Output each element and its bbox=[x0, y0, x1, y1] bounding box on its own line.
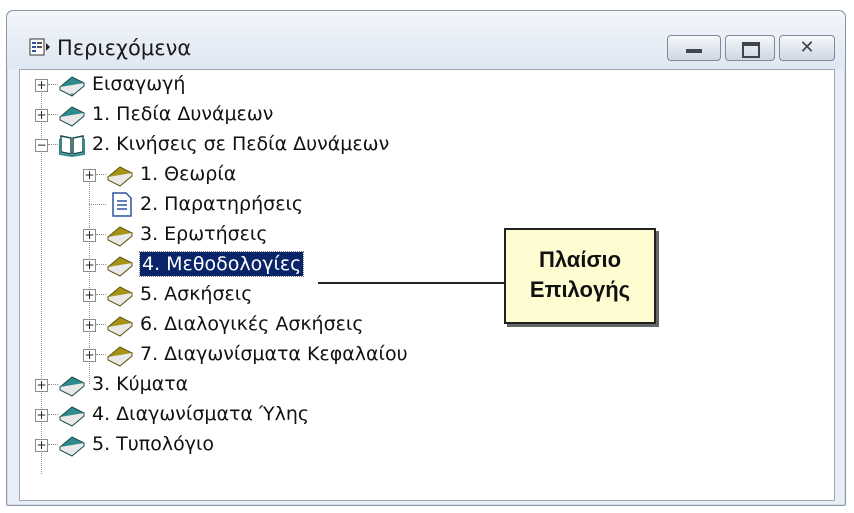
tree-line bbox=[96, 174, 106, 175]
tree-item-label[interactable]: 6. Διαλογικές Ασκήσεις bbox=[140, 312, 364, 336]
tree-item-label-selected[interactable]: 4. Μεθοδολογίες bbox=[138, 251, 305, 277]
expand-toggle[interactable]: + bbox=[35, 438, 48, 452]
tree-item-label[interactable]: 5. Τυπολόγιο bbox=[92, 432, 214, 456]
tree-item-syllabus-tests[interactable]: + 4. Διαγωνίσματα Ύλης bbox=[20, 400, 834, 428]
book-closed-icon bbox=[107, 166, 133, 187]
close-icon: ✕ bbox=[799, 37, 815, 58]
book-open-icon bbox=[59, 135, 85, 157]
tree-item-formulas[interactable]: + 5. Τυπολόγιο bbox=[20, 430, 834, 458]
callout-line-1: Πλαίσιο bbox=[538, 247, 622, 272]
maximize-icon bbox=[742, 42, 760, 58]
expand-toggle[interactable]: + bbox=[83, 348, 96, 362]
tree-item-introduction[interactable]: + Εισαγωγή bbox=[20, 70, 834, 98]
tree-item-theory[interactable]: + 1. Θεωρία bbox=[20, 160, 834, 188]
tree-line bbox=[96, 294, 106, 295]
book-closed-icon bbox=[59, 436, 85, 457]
collapse-toggle[interactable]: − bbox=[35, 138, 48, 152]
tree-item-motions-in-force-fields[interactable]: − 2. Κινήσεις σε Πεδία Δυνάμεων bbox=[20, 130, 834, 158]
tree-item-label[interactable]: 1. Πεδία Δυνάμεων bbox=[92, 102, 273, 126]
tree-item-label[interactable]: 4. Διαγωνίσματα Ύλης bbox=[92, 402, 309, 426]
tree-line bbox=[48, 384, 58, 385]
selection-callout: Πλαίσιο Επιλογής bbox=[504, 228, 656, 324]
minimize-icon bbox=[686, 49, 702, 53]
book-closed-icon bbox=[59, 376, 85, 397]
window-title: Περιεχόμενα bbox=[57, 36, 192, 60]
tree-item-label[interactable]: 2. Κινήσεις σε Πεδία Δυνάμεων bbox=[92, 132, 389, 156]
book-closed-icon bbox=[107, 226, 133, 247]
tree-line bbox=[89, 204, 106, 205]
tree-item-label[interactable]: 3. Ερωτήσεις bbox=[140, 222, 268, 246]
book-closed-icon bbox=[107, 286, 133, 307]
expand-toggle[interactable]: + bbox=[83, 258, 96, 272]
tree-item-label[interactable]: 7. Διαγωνίσματα Κεφαλαίου bbox=[140, 342, 408, 366]
tree-line bbox=[48, 444, 58, 445]
expand-toggle[interactable]: + bbox=[83, 288, 96, 302]
contents-tree[interactable]: + Εισαγωγή + 1. Πεδία Δυνάμεων − 2. Κινή… bbox=[19, 69, 835, 501]
tree-item-exercises[interactable]: + 5. Ασκήσεις bbox=[20, 280, 834, 308]
tree-item-label[interactable]: 2. Παρατηρήσεις bbox=[140, 192, 303, 216]
expand-toggle[interactable]: + bbox=[35, 78, 48, 92]
expand-toggle[interactable]: + bbox=[35, 108, 48, 122]
close-button[interactable]: ✕ bbox=[779, 35, 835, 61]
tree-line bbox=[96, 354, 106, 355]
tree-line bbox=[96, 234, 106, 235]
book-closed-icon bbox=[107, 256, 133, 277]
tree-line bbox=[48, 84, 58, 85]
callout-line-2: Επιλογής bbox=[529, 277, 631, 302]
page-icon bbox=[112, 192, 132, 217]
tree-item-questions[interactable]: + 3. Ερωτήσεις bbox=[20, 220, 834, 248]
book-closed-icon bbox=[107, 346, 133, 367]
help-window: Περιεχόμενα ✕ + Εισαγωγή + 1. Πεδία Δυνά… bbox=[6, 10, 846, 506]
tree-item-observations[interactable]: 2. Παρατηρήσεις bbox=[20, 190, 834, 218]
tree-item-label[interactable]: Εισαγωγή bbox=[92, 72, 185, 96]
tree-line bbox=[48, 114, 58, 115]
book-closed-icon bbox=[107, 316, 133, 337]
expand-toggle[interactable]: + bbox=[35, 378, 48, 392]
book-closed-icon bbox=[59, 76, 85, 97]
tree-item-methodologies[interactable]: + 4. Μεθοδολογίες bbox=[20, 250, 834, 278]
expand-toggle[interactable]: + bbox=[83, 318, 96, 332]
tree-line bbox=[96, 324, 106, 325]
maximize-button[interactable] bbox=[725, 35, 775, 61]
tree-line bbox=[48, 144, 58, 145]
tree-item-label[interactable]: 3. Κύματα bbox=[92, 372, 188, 396]
tree-item-interactive-exercises[interactable]: + 6. Διαλογικές Ασκήσεις bbox=[20, 310, 834, 338]
tree-item-label[interactable]: 1. Θεωρία bbox=[140, 162, 236, 186]
expand-toggle[interactable]: + bbox=[83, 168, 96, 182]
title-bar[interactable]: Περιεχόμενα ✕ bbox=[7, 11, 845, 69]
minimize-button[interactable] bbox=[667, 35, 721, 61]
expand-toggle[interactable]: + bbox=[35, 408, 48, 422]
callout-connector bbox=[318, 282, 504, 284]
tree-item-chapter-tests[interactable]: + 7. Διαγωνίσματα Κεφαλαίου bbox=[20, 340, 834, 368]
book-closed-icon bbox=[59, 106, 85, 127]
expand-toggle[interactable]: + bbox=[83, 228, 96, 242]
tree-item-waves[interactable]: + 3. Κύματα bbox=[20, 370, 834, 398]
tree-item-force-fields[interactable]: + 1. Πεδία Δυνάμεων bbox=[20, 100, 834, 128]
tree-item-label[interactable]: 5. Ασκήσεις bbox=[140, 282, 252, 306]
app-icon[interactable] bbox=[29, 37, 51, 57]
tree-line bbox=[48, 414, 58, 415]
book-closed-icon bbox=[59, 406, 85, 427]
tree-line bbox=[96, 264, 106, 265]
